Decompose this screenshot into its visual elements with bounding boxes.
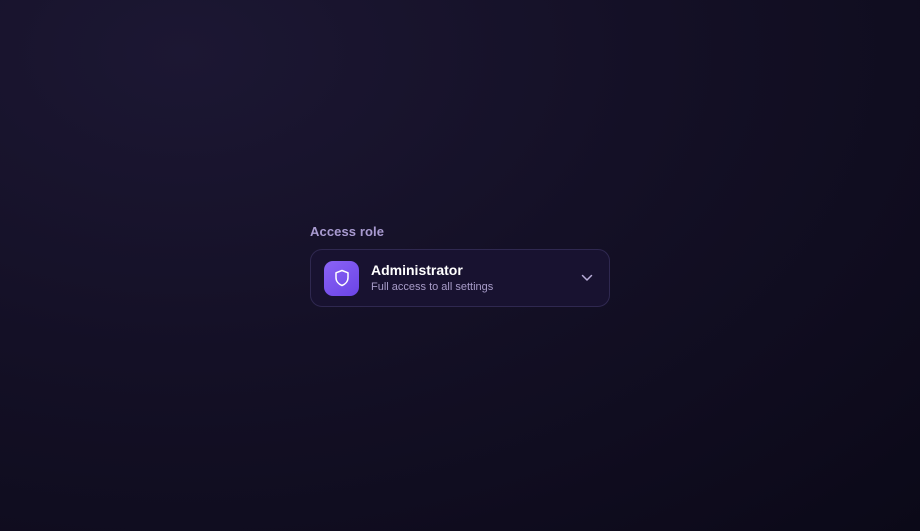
- field-label: Access role: [310, 224, 385, 239]
- role-description: Full access to all settings: [371, 281, 494, 293]
- access-role-field: Access role Administrator Full access to…: [310, 224, 610, 307]
- chevron-down-icon[interactable]: [580, 271, 594, 285]
- selected-role: Administrator Full access to all setting…: [371, 262, 580, 294]
- shield-icon: [324, 260, 359, 296]
- role-title: Administrator: [371, 262, 463, 278]
- access-role-select[interactable]: Administrator Full access to all setting…: [310, 249, 610, 307]
